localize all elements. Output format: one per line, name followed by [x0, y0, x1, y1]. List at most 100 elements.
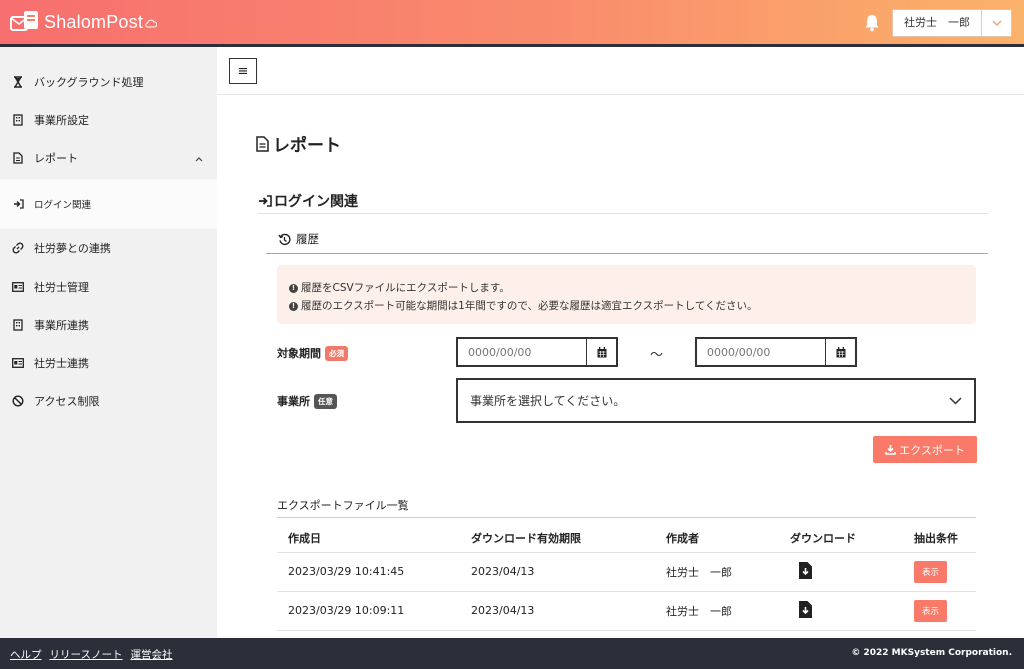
footer-link-release-notes[interactable]: リリースノート: [50, 647, 123, 662]
sidebar-item-label: 社労士管理: [34, 281, 89, 294]
footer-link-company[interactable]: 運営会社: [130, 647, 172, 662]
download-icon: [885, 445, 896, 455]
column-header-conditions: 抽出条件: [903, 524, 976, 553]
calendar-icon: [836, 346, 845, 357]
id-card-icon: [12, 357, 24, 369]
cell-author: 社労士 一郎: [655, 552, 779, 592]
tab-history[interactable]: 履歴: [278, 231, 319, 247]
cell-conditions: 表示: [903, 552, 976, 592]
link-icon: [12, 242, 24, 254]
app-footer: ヘルプ リリースノート 運営会社 © 2022 MKSystem Corpora…: [0, 638, 1024, 669]
document-icon: [256, 135, 269, 152]
sidebar-item-label: ログイン関連: [34, 200, 92, 211]
sidebar-item-report[interactable]: レポート: [0, 139, 217, 177]
column-header-created: 作成日: [277, 524, 460, 553]
office-label-text: 事業所: [277, 395, 310, 408]
alert-line: ! 履歴のエクスポート可能な期間は1年間ですので、必要な履歴は適宜エクスポートし…: [289, 297, 964, 315]
show-conditions-button[interactable]: 表示: [914, 599, 948, 622]
required-badge: 必須: [325, 345, 348, 361]
sidebar-item-label: 社労夢との連携: [34, 242, 111, 255]
cell-conditions: 表示: [903, 591, 976, 631]
sidebar-item-sharoumu[interactable]: 社労夢との連携: [0, 229, 217, 267]
cell-created: 2023/03/29 10:41:45: [277, 552, 460, 592]
export-file-table: 作成日 ダウンロード有効期限 作成者 ダウンロード 抽出条件 2023/03/2…: [277, 524, 976, 631]
sidebar-item-access-restriction[interactable]: アクセス制限: [0, 382, 217, 420]
hourglass-icon: [12, 76, 24, 88]
date-from-group: [456, 337, 618, 367]
table-header-row: 作成日 ダウンロード有効期限 作成者 ダウンロード 抽出条件: [277, 524, 976, 553]
section-divider: [258, 213, 988, 214]
column-header-expires: ダウンロード有効期限: [460, 524, 655, 553]
chevron-down-icon: [949, 394, 962, 408]
menu-toggle-button[interactable]: ≡: [229, 58, 257, 84]
office-label: 事業所 任意: [277, 393, 337, 409]
column-header-download: ダウンロード: [779, 524, 903, 553]
sidebar-item-label: 社労士連携: [34, 357, 89, 370]
app-header: ShalomPost 社労士 一郎: [0, 0, 1024, 44]
table-row: 2023/03/29 10:41:45 2023/04/13 社労士 一郎 表示: [277, 552, 976, 592]
sign-in-icon: [259, 195, 272, 207]
export-list-title: エクスポートファイル一覧: [277, 499, 409, 512]
info-alert: ! 履歴をCSVファイルにエクスポートします。 ! 履歴のエクスポート可能な期間…: [277, 265, 976, 324]
range-separator: ～: [650, 348, 664, 363]
date-from-input[interactable]: [458, 339, 586, 365]
building-icon: [12, 114, 24, 126]
sidebar-item-background[interactable]: バックグラウンド処理: [0, 63, 217, 101]
table-row: 2023/03/29 10:09:11 2023/04/13 社労士 一郎 表示: [277, 591, 976, 631]
period-label-text: 対象期間: [277, 347, 321, 360]
export-button-label: エクスポート: [899, 443, 965, 457]
sidebar-item-label: アクセス制限: [34, 395, 100, 408]
date-to-input[interactable]: [697, 339, 825, 365]
app-logo[interactable]: ShalomPost: [10, 9, 158, 35]
period-label: 対象期間 必須: [277, 345, 348, 361]
alert-text: 履歴をCSVファイルにエクスポートします。: [301, 282, 510, 294]
date-from-picker-button[interactable]: [586, 339, 616, 365]
file-download-icon[interactable]: [799, 600, 812, 621]
sidebar-item-office-link[interactable]: 事業所連携: [0, 306, 217, 344]
exclamation-icon: !: [289, 301, 298, 311]
id-card-icon: [12, 281, 24, 293]
column-header-author: 作成者: [655, 524, 779, 553]
logo-cloud-icon: [145, 19, 158, 31]
footer-links: ヘルプ リリースノート 運営会社: [10, 647, 172, 662]
optional-badge: 任意: [314, 393, 337, 409]
alert-line: ! 履歴をCSVファイルにエクスポートします。: [289, 279, 964, 297]
building-icon: [12, 319, 24, 331]
footer-copyright: © 2022 MKSystem Corporation.: [851, 648, 1012, 658]
sidebar-item-label: 事業所設定: [34, 114, 89, 127]
section-title: ログイン関連: [258, 191, 358, 211]
content-topbar: ≡: [217, 47, 1024, 95]
alert-text: 履歴のエクスポート可能な期間は1年間ですので、必要な履歴は適宜エクスポートしてく…: [301, 300, 758, 312]
cell-expires: 2023/04/13: [460, 552, 655, 592]
sign-in-icon: [12, 198, 24, 210]
cell-download: [779, 591, 903, 631]
cell-author: 社労士 一郎: [655, 591, 779, 631]
date-to-picker-button[interactable]: [825, 339, 855, 365]
sidebar-item-label: レポート: [34, 152, 78, 165]
ban-icon: [12, 395, 24, 407]
chevron-up-icon: [195, 152, 203, 165]
user-menu-toggle[interactable]: [981, 10, 1011, 36]
sidebar-item-login[interactable]: ログイン関連: [0, 179, 217, 229]
page-title-text: レポート: [273, 136, 341, 156]
date-to-group: [695, 337, 857, 367]
chevron-down-icon: [992, 20, 1001, 26]
logo-mail-icon: [10, 9, 40, 35]
office-select[interactable]: 事業所を選択してください。: [456, 378, 976, 423]
sidebar: バックグラウンド処理 事業所設定 レポート ログイン関連 社労夢との連携 社労士…: [0, 47, 217, 638]
sidebar-item-office-settings[interactable]: 事業所設定: [0, 101, 217, 139]
office-select-value: 事業所を選択してください。: [470, 394, 626, 408]
bell-icon[interactable]: [864, 14, 880, 32]
cell-created: 2023/03/29 10:09:11: [277, 591, 460, 631]
section-title-text: ログイン関連: [274, 194, 358, 210]
show-conditions-button[interactable]: 表示: [914, 560, 948, 583]
file-download-icon[interactable]: [799, 561, 812, 582]
footer-link-help[interactable]: ヘルプ: [10, 647, 42, 662]
sidebar-item-label: 事業所連携: [34, 319, 89, 332]
user-menu[interactable]: 社労士 一郎: [892, 9, 1012, 37]
sidebar-item-sharoushi-link[interactable]: 社労士連携: [0, 344, 217, 382]
user-name: 社労士 一郎: [904, 16, 970, 29]
export-button[interactable]: エクスポート: [873, 436, 977, 463]
tab-underline: [266, 253, 988, 254]
sidebar-item-sharoushi-admin[interactable]: 社労士管理: [0, 268, 217, 306]
